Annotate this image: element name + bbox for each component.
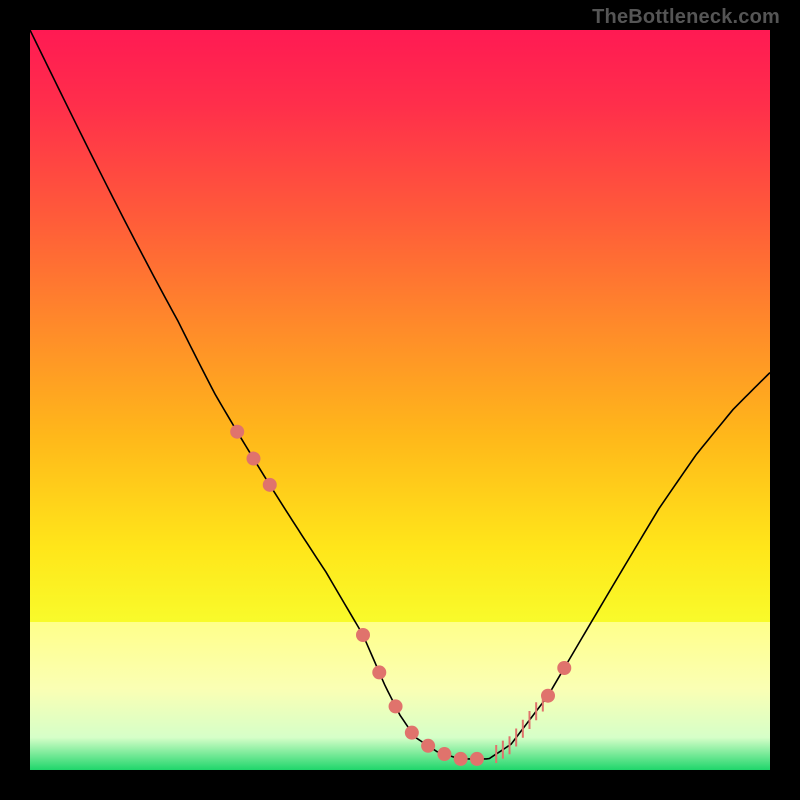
watermark-text: TheBottleneck.com: [592, 6, 780, 29]
curve-marker-dot: [541, 689, 555, 703]
curve-marker-dot: [263, 478, 277, 492]
plot-area: [30, 30, 770, 770]
curve-marker-dot: [356, 628, 370, 642]
curve-marker-dot: [437, 747, 451, 761]
bottleneck-curve-chart: [30, 30, 770, 770]
chart-frame: TheBottleneck.com: [0, 0, 800, 800]
gradient-lower-band: [30, 622, 770, 770]
curve-marker-dot: [246, 452, 260, 466]
curve-marker-dot: [389, 699, 403, 713]
curve-marker-dot: [405, 726, 419, 740]
curve-marker-dot: [470, 752, 484, 766]
curve-marker-dot: [421, 739, 435, 753]
curve-marker-dot: [454, 752, 468, 766]
curve-marker-dot: [230, 425, 244, 439]
curve-marker-dot: [372, 665, 386, 679]
curve-marker-dot: [557, 661, 571, 675]
